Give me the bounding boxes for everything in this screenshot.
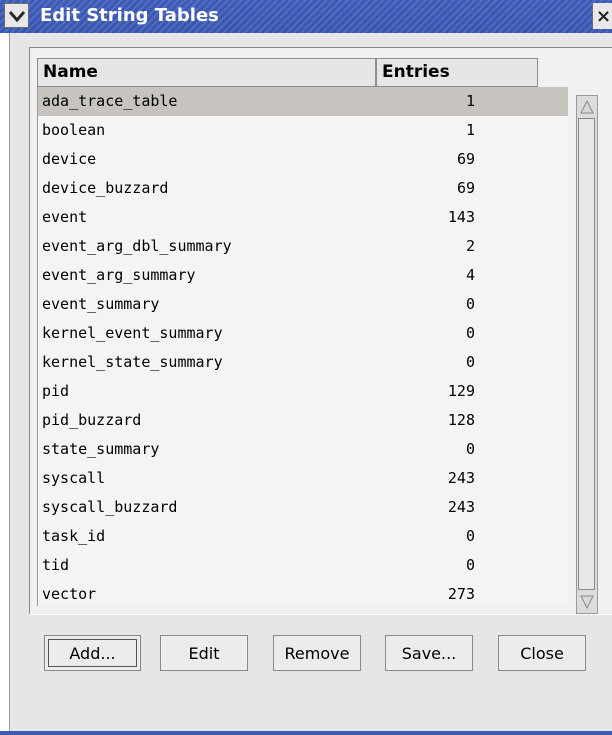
cell-name: state_summary — [42, 440, 160, 458]
table-row[interactable]: kernel_state_summary 0 — [38, 348, 568, 377]
close-icon: × — [596, 5, 612, 27]
table-row[interactable]: syscall_buzzard 243 — [38, 493, 568, 522]
table-row[interactable]: syscall 243 — [38, 464, 568, 493]
close-button[interactable]: Close — [498, 635, 586, 671]
arrow-up-icon — [580, 100, 594, 114]
cell-name: task_id — [42, 527, 106, 545]
cell-name: event_arg_dbl_summary — [42, 237, 232, 255]
cell-name: syscall_buzzard — [42, 498, 178, 516]
cell-name: syscall — [42, 469, 106, 487]
cell-entries: 0 — [465, 324, 475, 342]
add-button[interactable]: Add... — [44, 635, 141, 671]
remove-button[interactable]: Remove — [273, 635, 361, 671]
cell-name: event_summary — [42, 295, 160, 313]
cell-entries: 0 — [465, 295, 475, 313]
cell-entries: 129 — [447, 382, 475, 400]
cell-name: boolean — [42, 121, 106, 139]
window-title: Edit String Tables — [40, 5, 219, 26]
scrollbar-thumb[interactable] — [578, 118, 595, 590]
scroll-down-arrow[interactable] — [578, 592, 596, 612]
table-row[interactable]: device 69 — [38, 145, 568, 174]
title-bar[interactable]: Edit String Tables × — [0, 0, 612, 33]
cell-name: event_arg_summary — [42, 266, 196, 284]
chevron-down-icon — [8, 10, 25, 22]
cell-name: ada_trace_table — [42, 92, 178, 110]
window-close-button[interactable]: × — [592, 3, 612, 29]
table-row[interactable]: kernel_event_summary 0 — [38, 319, 568, 348]
cell-entries: 2 — [465, 237, 475, 255]
cell-name: event — [42, 208, 88, 226]
cell-entries: 0 — [465, 440, 475, 458]
table-row[interactable]: event_arg_summary 4 — [38, 261, 568, 290]
cell-entries: 243 — [447, 498, 475, 516]
cell-entries: 0 — [465, 527, 475, 545]
table-row[interactable]: pid_buzzard 128 — [38, 406, 568, 435]
cell-entries: 128 — [447, 411, 475, 429]
cell-name: tid — [42, 556, 70, 574]
scroll-up-arrow[interactable] — [578, 97, 596, 117]
cell-entries: 0 — [465, 353, 475, 371]
vertical-scrollbar[interactable] — [576, 95, 598, 614]
cell-entries: 243 — [447, 469, 475, 487]
cell-name: vector — [42, 585, 97, 603]
cell-name: device_buzzard — [42, 179, 169, 197]
cell-entries: 273 — [447, 585, 475, 603]
table-row[interactable]: state_summary 0 — [38, 435, 568, 464]
cell-entries: 1 — [465, 92, 475, 110]
cell-name: kernel_state_summary — [42, 353, 223, 371]
column-header-entries[interactable]: Entries — [376, 58, 538, 87]
edit-button[interactable]: Edit — [160, 635, 248, 671]
table-row[interactable]: boolean 1 — [38, 116, 568, 145]
table-body: ada_trace_table 1 boolean 1 device 69 device_b… — [37, 87, 568, 606]
table-row[interactable]: event_summary 0 — [38, 290, 568, 319]
table-row[interactable]: task_id 0 — [38, 522, 568, 551]
table-row[interactable]: event_arg_dbl_summary 2 — [38, 232, 568, 261]
cell-entries: 143 — [447, 208, 475, 226]
cell-entries: 1 — [465, 121, 475, 139]
window-menu-button[interactable] — [4, 3, 29, 28]
table-row[interactable]: event 143 — [38, 203, 568, 232]
string-tables-list: Name Entries ada_trace_table 1 boolean 1 dev… — [29, 47, 612, 615]
cell-name: pid_buzzard — [42, 411, 142, 429]
column-header-name[interactable]: Name — [37, 58, 376, 87]
table-row[interactable]: ada_trace_table 1 — [38, 87, 568, 116]
table-row[interactable]: vector 273 — [38, 580, 568, 609]
table-row[interactable]: pid 129 — [38, 377, 568, 406]
cell-name: pid — [42, 382, 70, 400]
cell-entries: 69 — [456, 179, 475, 197]
arrow-down-icon — [580, 595, 594, 609]
button-bar: Add... Edit Remove Save... Close — [29, 617, 612, 731]
cell-name: kernel_event_summary — [42, 324, 223, 342]
cell-name: device — [42, 150, 97, 168]
cell-entries: 0 — [465, 556, 475, 574]
table-row[interactable]: device_buzzard 69 — [38, 174, 568, 203]
cell-entries: 69 — [456, 150, 475, 168]
window-bottom-edge — [0, 731, 612, 735]
table-row[interactable]: tid 0 — [38, 551, 568, 580]
cell-entries: 4 — [465, 266, 475, 284]
save-button[interactable]: Save... — [385, 635, 473, 671]
